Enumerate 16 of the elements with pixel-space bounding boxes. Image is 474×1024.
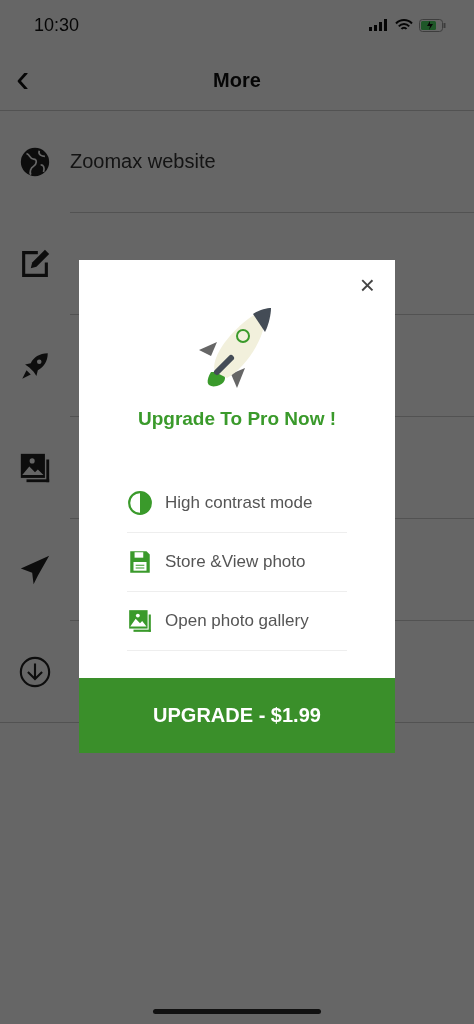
contrast-icon xyxy=(127,490,153,516)
feature-label: High contrast mode xyxy=(165,493,313,513)
close-button[interactable]: × xyxy=(355,272,379,298)
signal-icon xyxy=(369,19,389,31)
feature-label: Store &View photo xyxy=(165,552,306,572)
upgrade-button[interactable]: UPGRADE - $1.99 xyxy=(79,678,395,753)
page-title: More xyxy=(213,68,261,92)
feature-label: Open photo gallery xyxy=(165,611,309,631)
back-button[interactable]: ‹ xyxy=(16,58,30,98)
dialog-title: Upgrade To Pro Now ! xyxy=(137,408,337,430)
wifi-icon xyxy=(395,18,413,32)
menu-item[interactable]: Zoomax website xyxy=(70,150,216,173)
status-time: 10:30 xyxy=(34,14,80,36)
gallery-icon xyxy=(127,608,153,634)
download-icon xyxy=(18,654,52,689)
battery-icon xyxy=(419,18,446,32)
